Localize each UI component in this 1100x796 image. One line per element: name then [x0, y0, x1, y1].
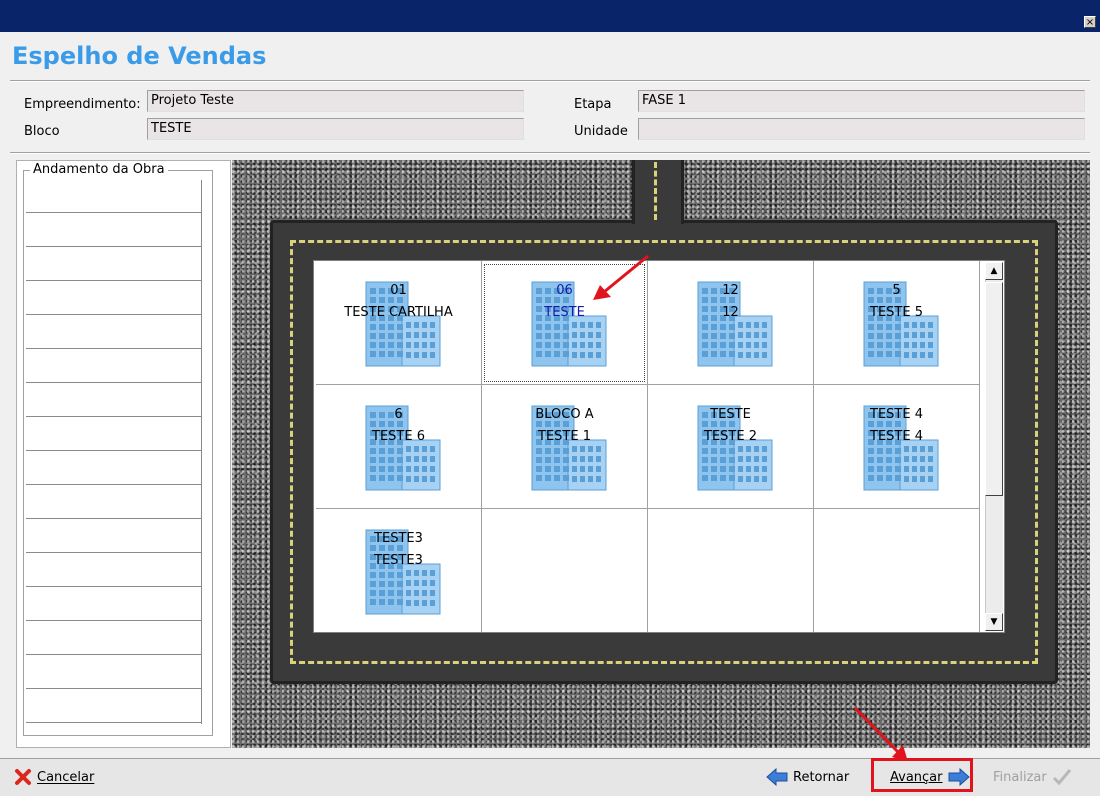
block-name: TESTE 4	[870, 429, 923, 444]
block-name: TESTE	[544, 305, 585, 320]
back-label: Retornar	[793, 769, 850, 785]
block-code: TESTE	[710, 407, 751, 422]
arrow-right-icon	[948, 768, 970, 786]
block-code: 01	[390, 283, 407, 298]
annotation-arrows	[593, 254, 908, 762]
block-name: TESTE 1	[538, 429, 591, 444]
next-label: Avançar	[890, 769, 943, 785]
block-code: TESTE 4	[870, 407, 923, 422]
block-code: 5	[892, 283, 901, 298]
annotation-arrow-next	[853, 706, 908, 762]
cancel-label: Cancelar	[37, 769, 95, 785]
block-name: TESTE 6	[372, 429, 425, 444]
block-code: 06	[556, 283, 573, 298]
block-code: BLOCO A	[535, 407, 594, 422]
block-name: TESTE 2	[704, 429, 757, 444]
block-name: 12	[722, 305, 739, 320]
block-name: TESTE 5	[870, 305, 923, 320]
finish-label: Finalizar	[993, 769, 1047, 785]
block-name: TESTE3	[374, 553, 423, 568]
next-button[interactable]: Avançar	[890, 765, 970, 789]
block-name: TESTE CARTILHA	[344, 305, 453, 320]
block-code: TESTE3	[374, 531, 423, 546]
block-code: 6	[394, 407, 403, 422]
block-code: 12	[722, 283, 739, 298]
arrow-left-icon	[766, 768, 788, 786]
back-button[interactable]: Retornar	[766, 765, 849, 789]
checkmark-icon	[1052, 769, 1071, 786]
cancel-icon	[15, 769, 31, 785]
cancel-button[interactable]: Cancelar	[14, 765, 94, 789]
finish-button[interactable]: Finalizar	[993, 765, 1072, 789]
